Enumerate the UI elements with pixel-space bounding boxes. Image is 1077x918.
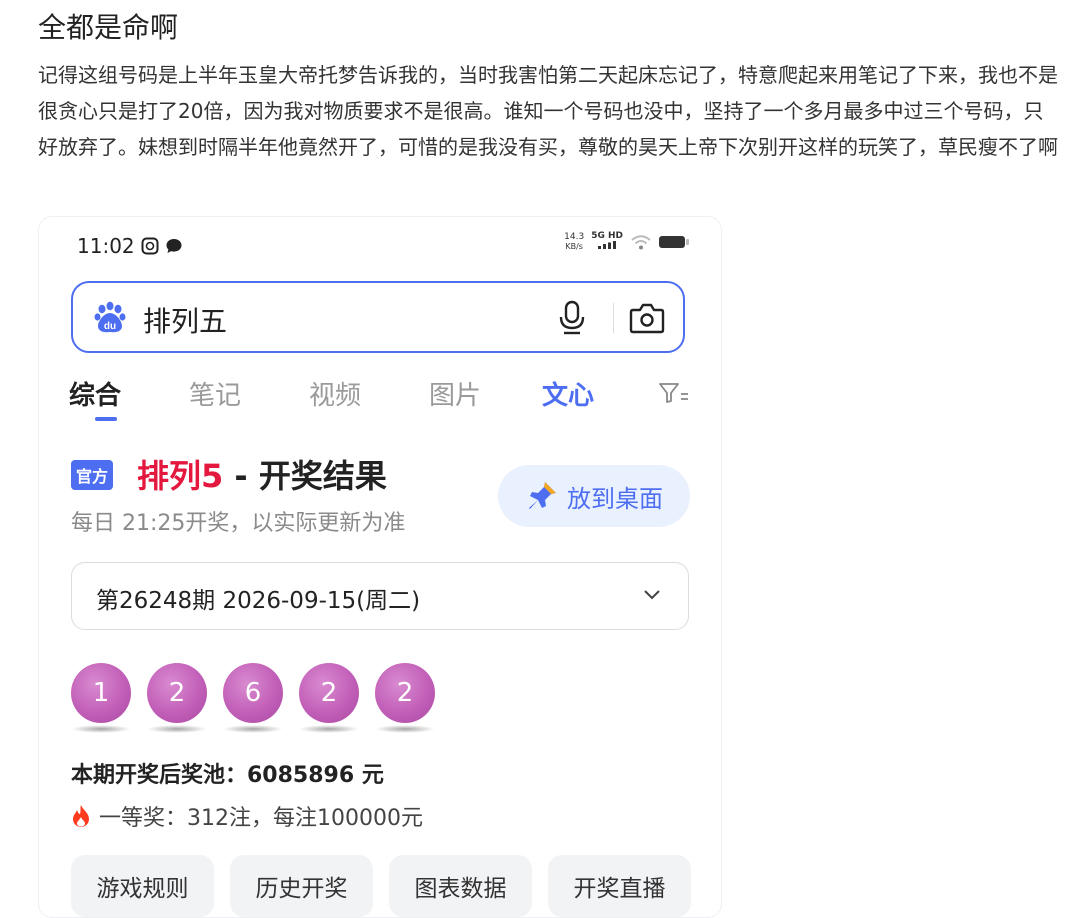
number-ball: 2 bbox=[299, 663, 359, 723]
period-selected-value: 第26248期 2026-09-15(周二) bbox=[96, 588, 421, 614]
post-title: 全都是命啊 bbox=[38, 11, 179, 44]
chart-data-button[interactable]: 图表数据 bbox=[389, 855, 532, 917]
baidu-paw-icon: du bbox=[94, 301, 126, 333]
lottery-name: 排列5 bbox=[137, 457, 224, 495]
signal-bars-icon bbox=[598, 241, 617, 249]
ball-shadow bbox=[71, 725, 131, 733]
active-tab-indicator bbox=[95, 417, 117, 421]
search-box[interactable]: du 排列五 bbox=[71, 281, 685, 353]
tab-wenxin[interactable]: 文心 bbox=[542, 375, 594, 412]
result-title-rest: - 开奖结果 bbox=[223, 457, 387, 495]
number-ball: 2 bbox=[375, 663, 435, 723]
draw-schedule: 每日 21:25开奖，以实际更新为准 bbox=[71, 511, 406, 536]
ball-shadow bbox=[147, 725, 207, 733]
status-bar-left: 11:02 bbox=[77, 234, 183, 258]
camera-icon[interactable] bbox=[628, 299, 666, 337]
tab-images[interactable]: 图片 bbox=[429, 375, 481, 412]
result-title: 排列5 - 开奖结果 bbox=[137, 451, 387, 497]
live-draw-button[interactable]: 开奖直播 bbox=[548, 855, 691, 917]
ball-shadow bbox=[375, 725, 435, 733]
tab-comprehensive[interactable]: 综合 bbox=[69, 375, 121, 412]
signal-label: 5G HD bbox=[591, 231, 623, 241]
add-to-desktop-button[interactable]: 放到桌面 bbox=[498, 465, 690, 527]
screenshot-card: 11:02 14.3 KB/s 5G HD du 排列五 综合 笔记 视频 图片… bbox=[38, 216, 722, 918]
network-speed-unit: KB/s bbox=[565, 241, 583, 251]
filter-icon[interactable] bbox=[658, 381, 690, 405]
ball-shadow bbox=[299, 725, 359, 733]
network-speed: 14.3 KB/s bbox=[564, 231, 585, 251]
search-tabs: 综合 笔记 视频 图片 文心 bbox=[69, 375, 709, 425]
tab-videos[interactable]: 视频 bbox=[309, 375, 361, 412]
app-notification-icon bbox=[141, 237, 159, 255]
first-prize-info: 一等奖：312注，每注100000元 bbox=[71, 800, 423, 832]
search-divider bbox=[613, 303, 614, 333]
number-ball: 1 bbox=[71, 663, 131, 723]
number-ball: 6 bbox=[223, 663, 283, 723]
pin-icon bbox=[529, 482, 556, 509]
game-rules-button[interactable]: 游戏规则 bbox=[71, 855, 214, 917]
history-draws-button[interactable]: 历史开奖 bbox=[230, 855, 373, 917]
wifi-icon bbox=[631, 234, 651, 249]
battery-icon bbox=[659, 235, 689, 248]
network-speed-value: 14.3 bbox=[564, 231, 585, 242]
tab-notes[interactable]: 笔记 bbox=[189, 375, 241, 412]
ball-shadow bbox=[223, 725, 283, 733]
search-query[interactable]: 排列五 bbox=[143, 300, 227, 340]
first-prize-text: 一等奖：312注，每注100000元 bbox=[99, 806, 423, 831]
chevron-down-icon bbox=[644, 590, 660, 600]
signal-indicator: 5G HD bbox=[591, 231, 623, 252]
status-bar-right: 14.3 KB/s 5G HD bbox=[564, 231, 689, 252]
status-time: 11:02 bbox=[77, 234, 135, 258]
prize-pool: 本期开奖后奖池：6085896 元 bbox=[71, 763, 384, 788]
post-body: 记得这组号码是上半年玉皇大帝托梦告诉我的，当时我害怕第二天起床忘记了，特意爬起来… bbox=[38, 63, 1058, 159]
microphone-icon[interactable] bbox=[557, 299, 587, 337]
message-bubble-icon bbox=[166, 239, 182, 253]
add-to-desktop-label: 放到桌面 bbox=[567, 484, 663, 513]
number-ball: 2 bbox=[147, 663, 207, 723]
official-badge: 官方 bbox=[71, 460, 114, 490]
fire-icon bbox=[73, 805, 89, 827]
svg-text:du: du bbox=[104, 321, 116, 332]
period-select[interactable]: 第26248期 2026-09-15(周二) bbox=[71, 562, 689, 630]
